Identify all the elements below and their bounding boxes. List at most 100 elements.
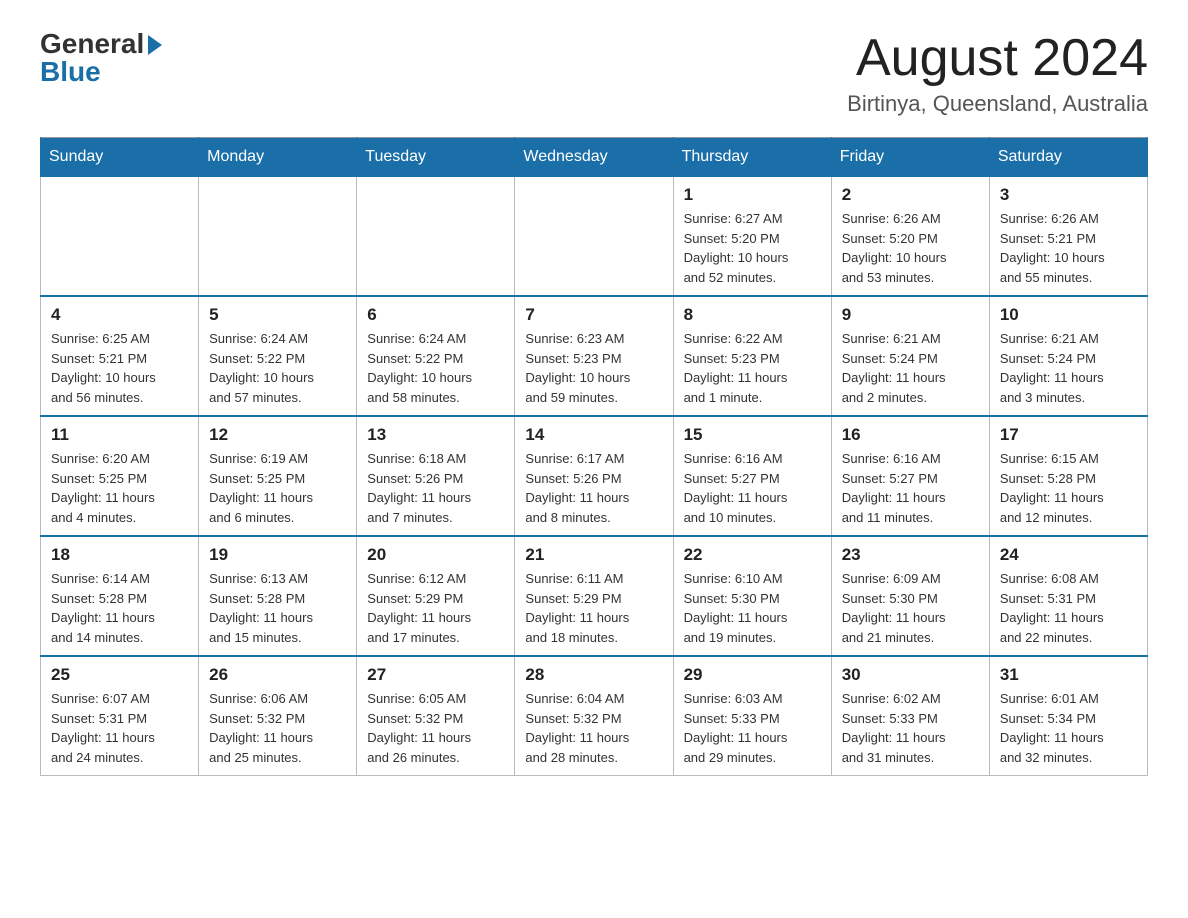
calendar-cell: 28 Sunrise: 6:04 AM Sunset: 5:32 PM Dayli… [515, 656, 673, 776]
day-number: 14 [525, 425, 662, 445]
calendar-cell: 13 Sunrise: 6:18 AM Sunset: 5:26 PM Dayli… [357, 416, 515, 536]
day-number: 21 [525, 545, 662, 565]
calendar-cell: 20 Sunrise: 6:12 AM Sunset: 5:29 PM Dayli… [357, 536, 515, 656]
day-number: 15 [684, 425, 821, 445]
day-info: Sunrise: 6:12 AM Sunset: 5:29 PM Dayligh… [367, 569, 504, 647]
day-number: 2 [842, 185, 979, 205]
calendar-cell: 3 Sunrise: 6:26 AM Sunset: 5:21 PM Daylig… [989, 177, 1147, 297]
calendar-cell: 17Sunrise: 6:15 AM Sunset: 5:28 PM Dayli… [989, 416, 1147, 536]
day-info: Sunrise: 6:17 AM Sunset: 5:26 PM Dayligh… [525, 449, 662, 527]
calendar-cell: 22Sunrise: 6:10 AM Sunset: 5:30 PM Dayli… [673, 536, 831, 656]
day-info: Sunrise: 6:26 AM Sunset: 5:21 PM Dayligh… [1000, 209, 1137, 287]
calendar-cell: 2 Sunrise: 6:26 AM Sunset: 5:20 PM Daylig… [831, 177, 989, 297]
calendar-cell: 14 Sunrise: 6:17 AM Sunset: 5:26 PM Dayli… [515, 416, 673, 536]
day-info: Sunrise: 6:24 AM Sunset: 5:22 PM Dayligh… [367, 329, 504, 407]
calendar-cell: 26 Sunrise: 6:06 AM Sunset: 5:32 PM Dayli… [199, 656, 357, 776]
calendar-header-row: SundayMondayTuesdayWednesdayThursdayFrid… [41, 138, 1148, 177]
day-info: Sunrise: 6:08 AM Sunset: 5:31 PM Dayligh… [1000, 569, 1137, 647]
month-title: August 2024 [847, 30, 1148, 87]
calendar-cell: 7Sunrise: 6:23 AM Sunset: 5:23 PM Daylig… [515, 296, 673, 416]
day-info: Sunrise: 6:15 AM Sunset: 5:28 PM Dayligh… [1000, 449, 1137, 527]
calendar-cell: 27 Sunrise: 6:05 AM Sunset: 5:32 PM Dayli… [357, 656, 515, 776]
day-number: 1 [684, 185, 821, 205]
calendar-header-wednesday: Wednesday [515, 138, 673, 177]
calendar-cell: 15 Sunrise: 6:16 AM Sunset: 5:27 PM Dayli… [673, 416, 831, 536]
title-block: August 2024 Birtinya, Queensland, Austra… [847, 30, 1148, 117]
calendar-week-row: 1 Sunrise: 6:27 AM Sunset: 5:20 PM Daylig… [41, 177, 1148, 297]
calendar-cell: 23 Sunrise: 6:09 AM Sunset: 5:30 PM Dayli… [831, 536, 989, 656]
day-info: Sunrise: 6:16 AM Sunset: 5:27 PM Dayligh… [684, 449, 821, 527]
calendar-header-tuesday: Tuesday [357, 138, 515, 177]
calendar-cell: 19 Sunrise: 6:13 AM Sunset: 5:28 PM Dayli… [199, 536, 357, 656]
day-number: 31 [1000, 665, 1137, 685]
day-number: 7 [525, 305, 662, 325]
day-info: Sunrise: 6:22 AM Sunset: 5:23 PM Dayligh… [684, 329, 821, 407]
day-info: Sunrise: 6:25 AM Sunset: 5:21 PM Dayligh… [51, 329, 188, 407]
calendar-cell: 5Sunrise: 6:24 AM Sunset: 5:22 PM Daylig… [199, 296, 357, 416]
calendar-cell: 30 Sunrise: 6:02 AM Sunset: 5:33 PM Dayli… [831, 656, 989, 776]
day-info: Sunrise: 6:04 AM Sunset: 5:32 PM Dayligh… [525, 689, 662, 767]
day-number: 12 [209, 425, 346, 445]
calendar-header-sunday: Sunday [41, 138, 199, 177]
day-info: Sunrise: 6:07 AM Sunset: 5:31 PM Dayligh… [51, 689, 188, 767]
day-number: 19 [209, 545, 346, 565]
calendar-week-row: 11 Sunrise: 6:20 AM Sunset: 5:25 PM Dayli… [41, 416, 1148, 536]
day-number: 18 [51, 545, 188, 565]
calendar-cell: 25 Sunrise: 6:07 AM Sunset: 5:31 PM Dayli… [41, 656, 199, 776]
calendar-cell: 12 Sunrise: 6:19 AM Sunset: 5:25 PM Dayli… [199, 416, 357, 536]
day-number: 13 [367, 425, 504, 445]
calendar-cell: 24 Sunrise: 6:08 AM Sunset: 5:31 PM Dayli… [989, 536, 1147, 656]
day-info: Sunrise: 6:26 AM Sunset: 5:20 PM Dayligh… [842, 209, 979, 287]
day-number: 28 [525, 665, 662, 685]
day-info: Sunrise: 6:16 AM Sunset: 5:27 PM Dayligh… [842, 449, 979, 527]
day-info: Sunrise: 6:02 AM Sunset: 5:33 PM Dayligh… [842, 689, 979, 767]
calendar-cell: 9 Sunrise: 6:21 AM Sunset: 5:24 PM Daylig… [831, 296, 989, 416]
calendar-cell: 4 Sunrise: 6:25 AM Sunset: 5:21 PM Daylig… [41, 296, 199, 416]
day-info: Sunrise: 6:21 AM Sunset: 5:24 PM Dayligh… [1000, 329, 1137, 407]
day-info: Sunrise: 6:06 AM Sunset: 5:32 PM Dayligh… [209, 689, 346, 767]
day-number: 9 [842, 305, 979, 325]
day-number: 6 [367, 305, 504, 325]
calendar-header-thursday: Thursday [673, 138, 831, 177]
calendar-cell [199, 177, 357, 297]
day-info: Sunrise: 6:11 AM Sunset: 5:29 PM Dayligh… [525, 569, 662, 647]
calendar-cell: 11 Sunrise: 6:20 AM Sunset: 5:25 PM Dayli… [41, 416, 199, 536]
calendar-header-monday: Monday [199, 138, 357, 177]
calendar-table: SundayMondayTuesdayWednesdayThursdayFrid… [40, 137, 1148, 776]
day-number: 4 [51, 305, 188, 325]
location-subtitle: Birtinya, Queensland, Australia [847, 91, 1148, 117]
day-number: 26 [209, 665, 346, 685]
day-info: Sunrise: 6:27 AM Sunset: 5:20 PM Dayligh… [684, 209, 821, 287]
calendar-cell: 6 Sunrise: 6:24 AM Sunset: 5:22 PM Daylig… [357, 296, 515, 416]
day-info: Sunrise: 6:20 AM Sunset: 5:25 PM Dayligh… [51, 449, 188, 527]
calendar-cell [357, 177, 515, 297]
day-info: Sunrise: 6:13 AM Sunset: 5:28 PM Dayligh… [209, 569, 346, 647]
day-number: 3 [1000, 185, 1137, 205]
calendar-cell: 18Sunrise: 6:14 AM Sunset: 5:28 PM Dayli… [41, 536, 199, 656]
day-number: 25 [51, 665, 188, 685]
day-info: Sunrise: 6:01 AM Sunset: 5:34 PM Dayligh… [1000, 689, 1137, 767]
calendar-week-row: 18Sunrise: 6:14 AM Sunset: 5:28 PM Dayli… [41, 536, 1148, 656]
day-number: 11 [51, 425, 188, 445]
day-number: 27 [367, 665, 504, 685]
day-number: 20 [367, 545, 504, 565]
day-info: Sunrise: 6:05 AM Sunset: 5:32 PM Dayligh… [367, 689, 504, 767]
calendar-cell: 21 Sunrise: 6:11 AM Sunset: 5:29 PM Dayli… [515, 536, 673, 656]
day-number: 23 [842, 545, 979, 565]
day-number: 10 [1000, 305, 1137, 325]
day-info: Sunrise: 6:19 AM Sunset: 5:25 PM Dayligh… [209, 449, 346, 527]
day-info: Sunrise: 6:09 AM Sunset: 5:30 PM Dayligh… [842, 569, 979, 647]
calendar-week-row: 4 Sunrise: 6:25 AM Sunset: 5:21 PM Daylig… [41, 296, 1148, 416]
day-number: 30 [842, 665, 979, 685]
page-header: General Blue August 2024 Birtinya, Queen… [40, 30, 1148, 117]
day-info: Sunrise: 6:21 AM Sunset: 5:24 PM Dayligh… [842, 329, 979, 407]
calendar-cell [515, 177, 673, 297]
logo-general-text: General [40, 30, 144, 58]
day-info: Sunrise: 6:18 AM Sunset: 5:26 PM Dayligh… [367, 449, 504, 527]
day-number: 24 [1000, 545, 1137, 565]
calendar-week-row: 25 Sunrise: 6:07 AM Sunset: 5:31 PM Dayli… [41, 656, 1148, 776]
calendar-cell: 1 Sunrise: 6:27 AM Sunset: 5:20 PM Daylig… [673, 177, 831, 297]
logo: General Blue [40, 30, 162, 86]
day-number: 16 [842, 425, 979, 445]
calendar-cell: 29Sunrise: 6:03 AM Sunset: 5:33 PM Dayli… [673, 656, 831, 776]
